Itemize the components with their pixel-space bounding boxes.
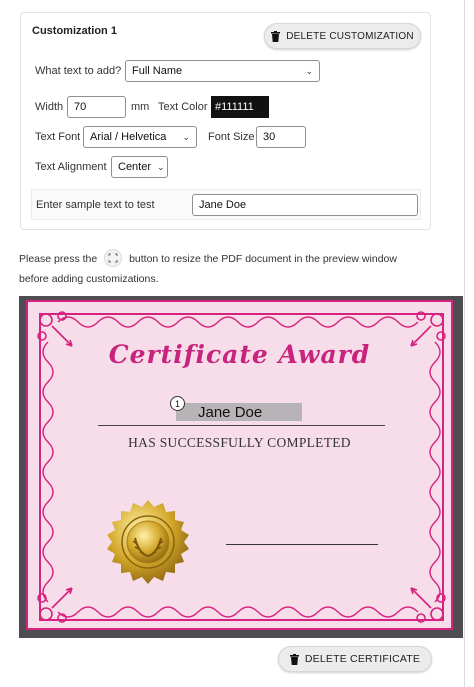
- delete-certificate-button[interactable]: DELETE CERTIFICATE: [278, 646, 432, 672]
- text-font-select[interactable]: Arial / Helvetica ⌄: [83, 126, 197, 148]
- width-label: Width: [35, 101, 64, 113]
- delete-customization-button[interactable]: DELETE CUSTOMIZATION: [264, 23, 421, 49]
- certificate-document: Certificate Award Jane Doe 1 HAS SUCCESS…: [26, 300, 453, 630]
- customization-panel: Customization 1 DELETE CUSTOMIZATION Wha…: [20, 12, 431, 230]
- sample-name-text: Jane Doe: [198, 403, 263, 421]
- width-input[interactable]: 70: [67, 96, 126, 118]
- sample-text-label: Enter sample text to test: [36, 199, 155, 211]
- completed-text: HAS SUCCESSFULLY COMPLETED: [128, 435, 351, 450]
- instructions-part1: Please press the: [19, 252, 98, 265]
- page-right-border: [464, 0, 465, 687]
- chevron-down-icon: ⌄: [157, 161, 165, 172]
- width-value: 70: [74, 101, 87, 113]
- text-alignment-label: Text Alignment: [35, 161, 107, 173]
- font-size-value: 30: [263, 131, 276, 143]
- customization-title: Customization 1: [32, 25, 117, 37]
- resize-icon: [108, 253, 118, 263]
- resize-instructions: Please press the button to resize the PD…: [19, 249, 397, 268]
- name-underline: [98, 425, 385, 426]
- text-color-value: #111111: [215, 101, 254, 113]
- chevron-down-icon: ⌄: [305, 65, 313, 76]
- text-alignment-select[interactable]: Center ⌄: [111, 156, 168, 178]
- delete-certificate-label: DELETE CERTIFICATE: [304, 653, 421, 665]
- text-color-label: Text Color: [158, 101, 208, 113]
- chevron-down-icon: ⌄: [182, 131, 190, 142]
- text-alignment-value: Center: [118, 161, 152, 173]
- text-color-input[interactable]: #111111: [211, 96, 269, 118]
- sample-text-value: Jane Doe: [199, 199, 247, 211]
- text-font-label: Text Font: [35, 131, 81, 143]
- resize-button[interactable]: [104, 249, 123, 267]
- trash-icon: [289, 653, 299, 665]
- instructions-part2: button to resize the PDF document in the…: [129, 252, 397, 265]
- text-font-value: Arial / Helvetica: [90, 131, 167, 143]
- pdf-preview: Certificate Award Jane Doe 1 HAS SUCCESS…: [19, 296, 463, 638]
- sample-text-input[interactable]: Jane Doe: [192, 194, 418, 216]
- customization-marker[interactable]: 1: [170, 396, 185, 411]
- text-to-add-select[interactable]: Full Name ⌄: [125, 60, 320, 82]
- gold-seal-icon: [107, 500, 189, 584]
- resize-instructions-line2: before adding customizations.: [19, 273, 159, 285]
- signature-line: [226, 544, 378, 545]
- delete-customization-label: DELETE CUSTOMIZATION: [286, 30, 414, 42]
- sample-name-overlay[interactable]: Jane Doe: [176, 403, 302, 421]
- font-size-input[interactable]: 30: [256, 126, 306, 148]
- text-to-add-value: Full Name: [132, 65, 183, 77]
- certificate-title: Certificate Award: [108, 340, 371, 369]
- text-to-add-label: What text to add?: [35, 65, 122, 77]
- sample-text-row: Enter sample text to test Jane Doe: [31, 189, 421, 220]
- width-unit: mm: [131, 101, 150, 113]
- font-size-label: Font Size: [208, 131, 255, 143]
- trash-icon: [271, 30, 281, 42]
